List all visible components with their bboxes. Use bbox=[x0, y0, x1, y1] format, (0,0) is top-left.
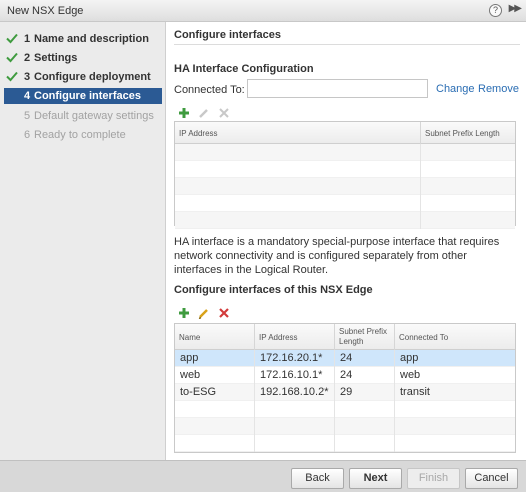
main-panel: Configure interfaces HA Interface Config… bbox=[166, 22, 526, 460]
cell-name: app bbox=[175, 350, 255, 367]
step-label: Configure deployment bbox=[34, 71, 151, 83]
step-label: Default gateway settings bbox=[34, 110, 154, 122]
step-number: 5 bbox=[24, 110, 31, 122]
ha-section-title: HA Interface Configuration bbox=[174, 63, 314, 75]
back-button[interactable]: Back bbox=[291, 468, 344, 489]
step-configure-interfaces[interactable]: 4 Configure interfaces bbox=[4, 88, 162, 104]
step-number: 6 bbox=[24, 129, 31, 141]
title-bar: New NSX Edge ? ▶▶ bbox=[0, 0, 526, 22]
connected-to-field[interactable] bbox=[247, 79, 428, 98]
table-row[interactable]: web 172.16.10.1* 24 web bbox=[175, 367, 515, 384]
cell-ip-address: 192.168.10.2* bbox=[255, 384, 335, 401]
table-row bbox=[175, 401, 515, 418]
table-row[interactable]: app 172.16.20.1* 24 app bbox=[175, 350, 515, 367]
table-header: Name IP Address Subnet Prefix Length Con… bbox=[175, 324, 515, 350]
step-label: Configure interfaces bbox=[34, 90, 141, 102]
column-ip-address[interactable]: IP Address bbox=[255, 324, 335, 350]
table-row bbox=[175, 212, 515, 229]
wizard-footer: Back Next Finish Cancel bbox=[0, 460, 526, 492]
column-ip-address[interactable]: IP Address bbox=[175, 122, 421, 144]
cell-connected-to: transit bbox=[400, 386, 430, 398]
check-icon bbox=[6, 33, 18, 44]
table-row bbox=[175, 435, 515, 452]
ha-info-text: HA interface is a mandatory special-purp… bbox=[174, 236, 500, 276]
table-row bbox=[175, 195, 515, 212]
finish-button: Finish bbox=[407, 468, 460, 489]
table-row bbox=[175, 144, 515, 161]
remove-link[interactable]: Remove bbox=[478, 83, 519, 95]
connected-to-label: Connected To: bbox=[174, 84, 245, 96]
add-icon[interactable] bbox=[178, 107, 190, 119]
cell-connected-to: app bbox=[400, 352, 419, 364]
help-icon[interactable]: ? bbox=[489, 4, 502, 17]
step-label: Ready to complete bbox=[34, 129, 126, 141]
cell-prefix: 29 bbox=[335, 384, 395, 401]
check-icon bbox=[6, 71, 18, 82]
window-title: New NSX Edge bbox=[7, 5, 84, 17]
cell-name: to-ESG bbox=[175, 384, 255, 401]
step-settings[interactable]: 2 Settings bbox=[4, 50, 162, 66]
step-configure-deployment[interactable]: 3 Configure deployment bbox=[4, 69, 162, 85]
edge-interfaces-table: Name IP Address Subnet Prefix Length Con… bbox=[174, 323, 516, 453]
delete-icon bbox=[219, 108, 229, 118]
step-number: 1 bbox=[24, 33, 31, 45]
table-row bbox=[175, 178, 515, 195]
step-name-and-description[interactable]: 1 Name and description bbox=[4, 31, 162, 47]
expand-icon[interactable]: ▶▶ bbox=[509, 3, 522, 14]
cell-ip-address: 172.16.20.1* bbox=[255, 350, 335, 367]
cell-prefix: 24 bbox=[335, 367, 395, 384]
table-body: app 172.16.20.1* 24 app web 172.16.10.1*… bbox=[175, 350, 515, 452]
cell-prefix: 24 bbox=[335, 350, 395, 367]
step-ready-to-complete: 6 Ready to complete bbox=[4, 127, 162, 143]
page-title: Configure interfaces bbox=[174, 29, 281, 41]
edit-icon[interactable] bbox=[198, 307, 210, 319]
column-name[interactable]: Name bbox=[175, 324, 255, 350]
table-body bbox=[175, 144, 515, 229]
cell-name: web bbox=[175, 367, 255, 384]
step-number: 3 bbox=[24, 71, 31, 83]
change-link[interactable]: Change bbox=[436, 83, 475, 95]
table-header: IP Address Subnet Prefix Length bbox=[175, 122, 515, 144]
divider bbox=[174, 44, 520, 45]
column-subnet-prefix-length[interactable]: Subnet Prefix Length bbox=[335, 324, 395, 350]
add-icon[interactable] bbox=[178, 307, 190, 319]
step-label: Settings bbox=[34, 52, 78, 64]
step-default-gateway-settings: 5 Default gateway settings bbox=[4, 108, 162, 124]
cancel-button[interactable]: Cancel bbox=[465, 468, 518, 489]
wizard-steps: 1 Name and description 2 Settings 3 Conf… bbox=[0, 22, 166, 460]
step-number: 2 bbox=[24, 52, 31, 64]
table-row bbox=[175, 418, 515, 435]
cell-ip-address: 172.16.10.1* bbox=[255, 367, 335, 384]
delete-icon[interactable] bbox=[218, 307, 230, 319]
next-button[interactable]: Next bbox=[349, 468, 402, 489]
check-icon bbox=[6, 52, 18, 63]
step-label: Name and description bbox=[34, 33, 149, 45]
column-subnet-prefix-length[interactable]: Subnet Prefix Length bbox=[421, 122, 515, 144]
edge-section-title: Configure interfaces of this NSX Edge bbox=[174, 284, 373, 296]
cell-connected-to: web bbox=[400, 369, 421, 381]
ha-interface-table: IP Address Subnet Prefix Length bbox=[174, 121, 516, 229]
column-connected-to[interactable]: Connected To bbox=[395, 324, 515, 350]
table-row bbox=[175, 161, 515, 178]
step-number: 4 bbox=[24, 90, 31, 102]
table-row[interactable]: to-ESG 192.168.10.2* 29 transit bbox=[175, 384, 515, 401]
edit-icon bbox=[199, 109, 208, 118]
